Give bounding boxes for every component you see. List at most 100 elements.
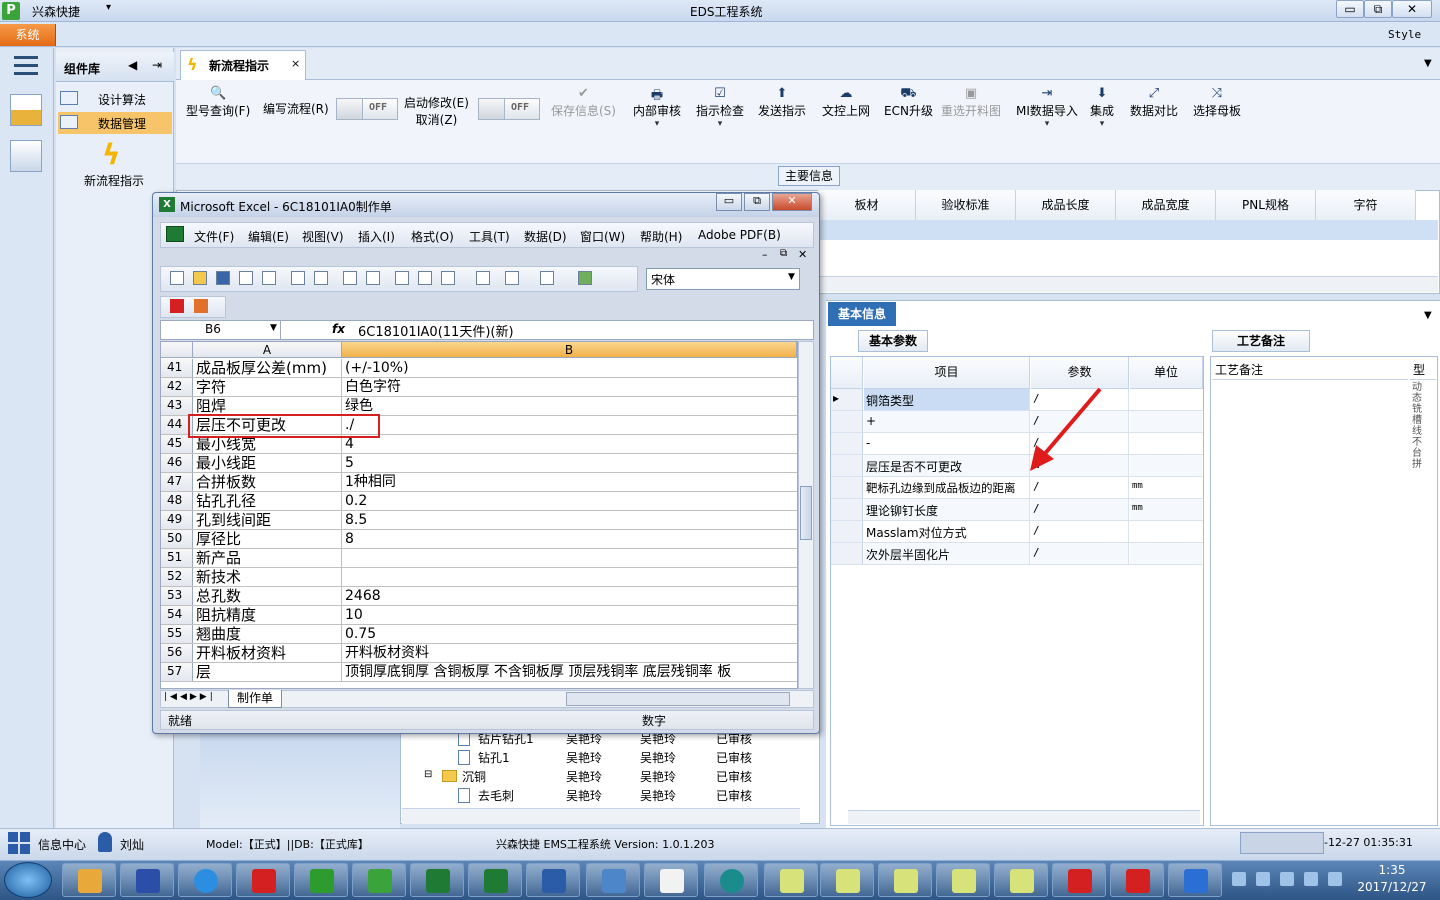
cell-unit[interactable]: mm bbox=[1130, 499, 1202, 520]
save-icon[interactable] bbox=[216, 271, 230, 285]
menu-item-insert[interactable]: 插入(I) bbox=[358, 228, 395, 245]
cell-a[interactable]: 总孔数 bbox=[194, 587, 342, 605]
tab-list-dropdown-icon[interactable]: ▼ bbox=[1424, 58, 1432, 69]
comp-item-data-management[interactable]: 数据管理 bbox=[58, 112, 172, 134]
taskbar-app-15[interactable] bbox=[878, 863, 932, 897]
cell-unit[interactable]: mm bbox=[1130, 477, 1202, 498]
taskbar-app-6[interactable] bbox=[352, 863, 406, 897]
horizontal-scrollbar[interactable] bbox=[402, 808, 800, 824]
menu-item-file[interactable]: 文件(F) bbox=[194, 228, 234, 245]
close-button[interactable]: ✕ bbox=[1392, 0, 1432, 18]
reselect-cut-chart-button[interactable]: ▣ 重选开料图 bbox=[941, 86, 1001, 119]
cell-item[interactable]: - bbox=[864, 433, 1030, 454]
email-icon[interactable] bbox=[262, 271, 276, 285]
print-preview-icon[interactable] bbox=[314, 271, 328, 285]
row-number[interactable]: 56 bbox=[161, 644, 193, 662]
taskbar-pdf-1[interactable] bbox=[1052, 863, 1106, 897]
lightning-icon[interactable]: ϟ bbox=[102, 138, 126, 171]
cell-a[interactable]: 新产品 bbox=[194, 549, 342, 567]
sheet-tab[interactable]: 制作单 bbox=[228, 690, 282, 708]
pdf-email-icon[interactable] bbox=[194, 299, 208, 313]
status-tray-icons[interactable] bbox=[1240, 832, 1324, 854]
tree-row[interactable]: 钻孔1 吴艳玲 吴艳玲 已审核 bbox=[400, 748, 820, 767]
tray-volume-icon[interactable] bbox=[1328, 872, 1342, 886]
collapse-left-icon[interactable]: ◀ bbox=[128, 58, 137, 72]
style-menu[interactable]: Style bbox=[1388, 28, 1421, 41]
copy-icon[interactable] bbox=[418, 271, 432, 285]
menu-item-help[interactable]: 帮助(H) bbox=[640, 228, 682, 245]
taskbar-app-5[interactable] bbox=[294, 863, 348, 897]
internal-review-button[interactable]: 🖶 内部审核 ▾ bbox=[633, 86, 681, 129]
select-all-corner[interactable] bbox=[161, 342, 193, 358]
sheet-row[interactable]: 52 新技术 bbox=[161, 568, 797, 587]
menu-item-edit[interactable]: 编辑(E) bbox=[248, 228, 289, 245]
pdf-convert-icon[interactable] bbox=[170, 299, 184, 313]
taskbar-app-14[interactable] bbox=[820, 863, 874, 897]
taskbar-app-10[interactable] bbox=[586, 863, 640, 897]
sheet-row[interactable]: 48 钻孔孔径 0.2 bbox=[161, 492, 797, 511]
formula-input[interactable]: 6C18101IA0(11天件)(新) bbox=[358, 321, 514, 340]
new-flow-launcher[interactable]: 新流程指示 bbox=[84, 172, 144, 189]
sheet-row[interactable]: 42 字符 白色字符 bbox=[161, 378, 797, 397]
doc-minimize-icon[interactable]: – bbox=[762, 248, 768, 261]
menu-item-tools[interactable]: 工具(T) bbox=[469, 228, 510, 245]
tab-new-flow[interactable]: ϟ 新流程指示 × bbox=[180, 50, 306, 80]
start-modify-toggle[interactable]: OFF bbox=[478, 98, 540, 120]
menu-item-view[interactable]: 视图(V) bbox=[302, 228, 344, 245]
cell-b[interactable] bbox=[343, 568, 797, 586]
cell-unit[interactable] bbox=[1130, 543, 1202, 564]
mi-data-import-button[interactable]: ⇥ MI数据导入 ▾ bbox=[1016, 86, 1078, 129]
row-number[interactable]: 50 bbox=[161, 530, 193, 548]
cell-b[interactable]: 开料板材资料 bbox=[343, 644, 797, 662]
table-row[interactable]: 理论铆钉长度 / mm bbox=[831, 499, 1203, 521]
taskbar-clock[interactable]: 1:35 2017/12/27 bbox=[1350, 862, 1434, 896]
cell-a[interactable]: 合拼板数 bbox=[194, 473, 342, 491]
sheet-row[interactable]: 49 孔到线间距 8.5 bbox=[161, 511, 797, 530]
menu-item-format[interactable]: 格式(O) bbox=[411, 228, 454, 245]
row-number[interactable]: 49 bbox=[161, 511, 193, 529]
print-icon[interactable] bbox=[291, 271, 305, 285]
cell-a[interactable]: 新技术 bbox=[194, 568, 342, 586]
model-query-button[interactable]: 🔍 型号查询(F) bbox=[186, 86, 250, 119]
cell-a[interactable]: 孔到线间距 bbox=[194, 511, 342, 529]
cell-a[interactable]: 钻孔孔径 bbox=[194, 492, 342, 510]
cell-b[interactable]: 白色字符 bbox=[343, 378, 797, 396]
cell-b[interactable]: (+/-10%) bbox=[343, 359, 797, 377]
cut-icon[interactable] bbox=[395, 271, 409, 285]
column-header-a[interactable]: A bbox=[193, 342, 342, 358]
pin-panel-icon[interactable]: ⇥ bbox=[152, 58, 162, 72]
open-icon[interactable] bbox=[193, 271, 207, 285]
tray-arrow-icon[interactable] bbox=[1232, 872, 1246, 886]
comp-item-design-algorithm[interactable]: 设计算法 bbox=[58, 88, 172, 110]
cell-a[interactable]: 翘曲度 bbox=[194, 625, 342, 643]
cell-unit[interactable] bbox=[1130, 455, 1202, 476]
cell-a[interactable]: 成品板厚公差(mm) bbox=[194, 359, 342, 377]
paste-icon[interactable] bbox=[441, 271, 455, 285]
cell-b[interactable]: 0.75 bbox=[343, 625, 797, 643]
column-header[interactable]: 成品宽度 bbox=[1116, 190, 1216, 220]
row-number[interactable]: 54 bbox=[161, 606, 193, 624]
cell-item[interactable]: Masslam对位方式 bbox=[864, 521, 1030, 542]
sheet-row[interactable]: 41 成品板厚公差(mm) (+/-10%) bbox=[161, 359, 797, 378]
tab-craft-notes[interactable]: 工艺备注 bbox=[1212, 330, 1310, 352]
permission-icon[interactable] bbox=[239, 271, 253, 285]
data-compare-button[interactable]: ⤢ 数据对比 bbox=[1130, 86, 1178, 119]
sheet-row[interactable]: 55 翘曲度 0.75 bbox=[161, 625, 797, 644]
sheet-row[interactable]: 47 合拼板数 1种相同 bbox=[161, 473, 797, 492]
research-icon[interactable] bbox=[366, 271, 380, 285]
cell-b[interactable]: 0.2 bbox=[343, 492, 797, 510]
tab-basic-info[interactable]: 基本信息 bbox=[828, 302, 896, 326]
font-name-select[interactable]: 宋体 bbox=[646, 268, 800, 290]
write-flow-toggle[interactable]: OFF bbox=[336, 98, 398, 120]
cell-value[interactable]: / bbox=[1031, 543, 1129, 564]
row-number[interactable]: 55 bbox=[161, 625, 193, 643]
cell-unit[interactable] bbox=[1130, 389, 1202, 410]
tab-close-icon[interactable]: × bbox=[291, 57, 300, 70]
row-number[interactable]: 52 bbox=[161, 568, 193, 586]
cell-b[interactable]: 1种相同 bbox=[343, 473, 797, 491]
excel-close-button[interactable]: ✕ bbox=[772, 193, 812, 211]
column-header[interactable]: 工艺备注 bbox=[1212, 358, 1408, 380]
sheet-row[interactable]: 51 新产品 bbox=[161, 549, 797, 568]
sheet-row[interactable]: 57 层顶铜厚底铜厚 含铜板厚 不含铜板厚 顶层残铜率 底层残铜率 板 bbox=[161, 663, 797, 682]
spelling-icon[interactable] bbox=[343, 271, 357, 285]
